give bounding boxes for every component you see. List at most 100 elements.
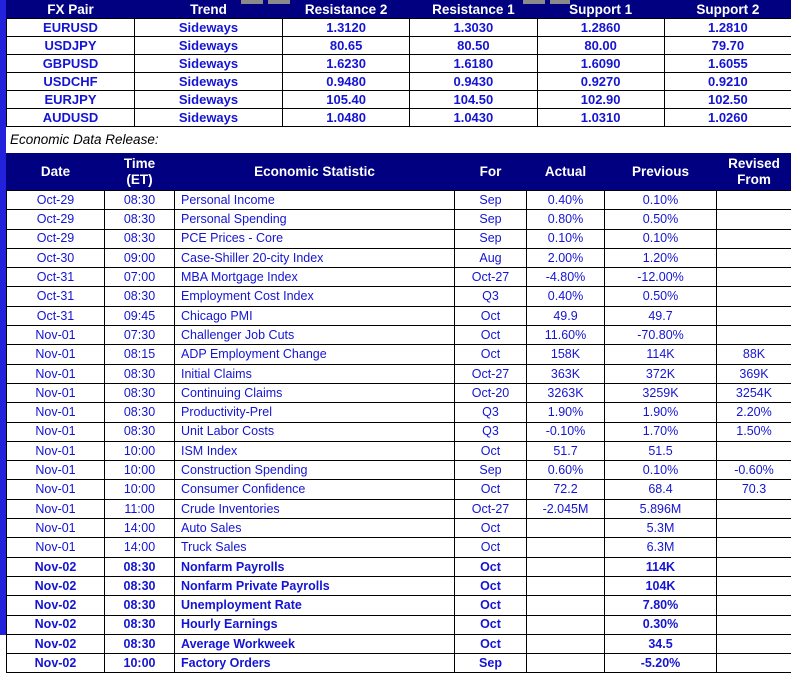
eco-cell-actual — [527, 596, 605, 615]
fx-cell-resistance-1: 1.0430 — [410, 109, 537, 127]
eco-cell-date: Nov-02 — [7, 596, 105, 615]
eco-cell-revised-from — [717, 596, 791, 615]
fx-cell-resistance-2: 1.3120 — [283, 19, 410, 37]
eco-col-time: Time (ET) — [105, 154, 175, 191]
eco-cell-revised-from — [717, 441, 791, 460]
eco-cell-for: Aug — [455, 248, 527, 267]
eco-cell-revised-from: 2.20% — [717, 403, 791, 422]
eco-cell-revised-from — [717, 248, 791, 267]
fx-cell-support-1: 102.90 — [537, 91, 664, 109]
eco-cell-for: Q3 — [455, 403, 527, 422]
economic-data-release-caption: Economic Data Release: — [6, 127, 791, 153]
eco-cell-revised-from — [717, 499, 791, 518]
eco-cell-previous: 1.20% — [605, 248, 717, 267]
eco-cell-date: Nov-01 — [7, 441, 105, 460]
fx-cell-support-1: 0.9270 — [537, 73, 664, 91]
eco-table-row: Nov-0111:00Crude InventoriesOct-27-2.045… — [7, 499, 791, 518]
eco-table-row: Nov-0208:30Hourly EarningsOct0.30% — [7, 615, 791, 634]
fx-cell-resistance-1: 0.9430 — [410, 73, 537, 91]
eco-table-body: Oct-2908:30Personal IncomeSep0.40%0.10%O… — [7, 191, 791, 673]
left-edge-gutter — [0, 0, 6, 635]
eco-table-row: Nov-0108:15ADP Employment ChangeOct158K1… — [7, 345, 791, 364]
eco-col-time-line2: (ET) — [126, 172, 152, 187]
eco-table-row: Nov-0114:00Truck SalesOct6.3M — [7, 538, 791, 557]
eco-cell-actual — [527, 654, 605, 673]
eco-cell-actual — [527, 634, 605, 653]
eco-cell-statistic: ADP Employment Change — [175, 345, 455, 364]
eco-cell-time: 09:00 — [105, 248, 175, 267]
eco-cell-date: Oct-30 — [7, 248, 105, 267]
eco-cell-previous: 0.30% — [605, 615, 717, 634]
eco-cell-revised-from — [717, 326, 791, 345]
eco-cell-revised-from — [717, 268, 791, 287]
eco-cell-time: 08:30 — [105, 634, 175, 653]
fx-cell-support-2: 1.0260 — [664, 109, 791, 127]
fx-cell-trend: Sideways — [135, 19, 283, 37]
eco-cell-actual: 0.80% — [527, 210, 605, 229]
eco-cell-actual: 0.60% — [527, 461, 605, 480]
eco-cell-time: 08:30 — [105, 403, 175, 422]
eco-cell-statistic: Employment Cost Index — [175, 287, 455, 306]
eco-table-row: Oct-3009:00Case-Shiller 20-city IndexAug… — [7, 248, 791, 267]
eco-cell-time: 08:30 — [105, 615, 175, 634]
eco-col-revised-line1: Revised — [728, 156, 780, 171]
eco-cell-time: 10:00 — [105, 654, 175, 673]
eco-table-row: Nov-0208:30Unemployment RateOct7.80% — [7, 596, 791, 615]
eco-cell-time: 07:00 — [105, 268, 175, 287]
eco-cell-previous: 0.50% — [605, 287, 717, 306]
eco-cell-revised-from — [717, 229, 791, 248]
eco-cell-revised-from — [717, 287, 791, 306]
fx-cell-support-2: 1.2810 — [664, 19, 791, 37]
eco-cell-date: Nov-02 — [7, 615, 105, 634]
eco-cell-revised-from: 88K — [717, 345, 791, 364]
fx-cell-resistance-1: 1.6180 — [410, 55, 537, 73]
eco-cell-revised-from: 369K — [717, 364, 791, 383]
eco-cell-time: 09:45 — [105, 306, 175, 325]
fx-cell-support-2: 0.9210 — [664, 73, 791, 91]
report-page: FX Pair Trend Resistance 2 Resistance 1 … — [6, 0, 791, 635]
eco-cell-previous: 104K — [605, 576, 717, 595]
eco-table-row: Oct-3107:00MBA Mortgage IndexOct-27-4.80… — [7, 268, 791, 287]
eco-cell-time: 08:30 — [105, 576, 175, 595]
fx-cell-support-1: 80.00 — [537, 37, 664, 55]
eco-cell-actual: 158K — [527, 345, 605, 364]
eco-cell-previous: 0.10% — [605, 229, 717, 248]
eco-cell-actual: 0.10% — [527, 229, 605, 248]
eco-cell-previous: 114K — [605, 345, 717, 364]
top-notch-far-right — [523, 0, 545, 4]
eco-cell-time: 08:30 — [105, 229, 175, 248]
eco-cell-actual: -2.045M — [527, 499, 605, 518]
eco-cell-actual: -4.80% — [527, 268, 605, 287]
eco-cell-time: 08:15 — [105, 345, 175, 364]
eco-cell-date: Nov-02 — [7, 654, 105, 673]
fx-cell-support-1: 1.6090 — [537, 55, 664, 73]
eco-cell-time: 08:30 — [105, 557, 175, 576]
fx-cell-pair: AUDUSD — [7, 109, 135, 127]
eco-cell-actual: 1.90% — [527, 403, 605, 422]
eco-cell-date: Nov-01 — [7, 519, 105, 538]
eco-table-row: Nov-0108:30Continuing ClaimsOct-203263K3… — [7, 383, 791, 402]
eco-cell-date: Oct-31 — [7, 287, 105, 306]
eco-col-revised-line2: From — [737, 172, 771, 187]
eco-cell-revised-from — [717, 519, 791, 538]
eco-cell-revised-from — [717, 191, 791, 210]
eco-cell-for: Sep — [455, 191, 527, 210]
eco-cell-for: Oct — [455, 615, 527, 634]
eco-cell-statistic: ISM Index — [175, 441, 455, 460]
eco-cell-actual: 3263K — [527, 383, 605, 402]
top-notch-left — [241, 0, 263, 4]
eco-cell-for: Oct — [455, 480, 527, 499]
eco-cell-revised-from: 1.50% — [717, 422, 791, 441]
eco-cell-actual — [527, 557, 605, 576]
eco-col-statistic: Economic Statistic — [175, 154, 455, 191]
eco-cell-time: 08:30 — [105, 364, 175, 383]
eco-cell-time: 14:00 — [105, 519, 175, 538]
eco-cell-previous: 5.896M — [605, 499, 717, 518]
eco-cell-statistic: Personal Spending — [175, 210, 455, 229]
eco-cell-for: Oct — [455, 345, 527, 364]
eco-cell-revised-from — [717, 306, 791, 325]
fx-table-row: USDJPYSideways80.6580.5080.0079.70 — [7, 37, 791, 55]
fx-cell-pair: GBPUSD — [7, 55, 135, 73]
eco-cell-time: 10:00 — [105, 461, 175, 480]
eco-cell-previous: 3259K — [605, 383, 717, 402]
